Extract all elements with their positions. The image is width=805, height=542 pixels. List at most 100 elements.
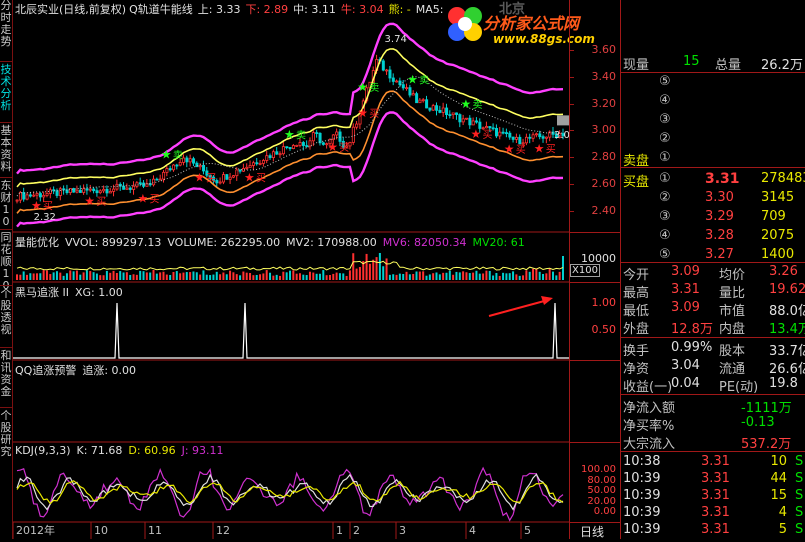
- sell-level-row: ⑤: [621, 74, 805, 92]
- indicator-value: 熊: -: [388, 3, 411, 16]
- buy-level-number: ④: [659, 228, 671, 243]
- volume-bar: [65, 273, 68, 280]
- xg-signal-line: [13, 302, 569, 359]
- volume-bar: [125, 272, 128, 280]
- candle-body: [45, 193, 49, 196]
- candle-body: [102, 188, 106, 192]
- candle-body: [531, 134, 535, 139]
- candle-body: [431, 105, 435, 111]
- volume-bar: [255, 274, 258, 280]
- volume-bar: [302, 274, 305, 280]
- volume-bar: [485, 270, 488, 280]
- volume-value: MV6: 82050.34: [382, 236, 467, 249]
- volume-bar: [488, 270, 491, 280]
- price-axis-label: 2.40: [591, 204, 617, 217]
- buy-level-row: ④ 3.28 2075: [621, 227, 805, 245]
- buy-signal-label: 买: [150, 193, 160, 205]
- buy-star-icon: ★: [31, 199, 42, 213]
- side-tab-1[interactable]: 技术分析: [0, 64, 12, 122]
- volume-bar: [135, 274, 138, 280]
- candle-body: [245, 166, 249, 169]
- price-axis-tick: [570, 211, 574, 212]
- volume-bar: [152, 270, 155, 280]
- side-tab-5[interactable]: 个股透视: [0, 288, 12, 346]
- date-label: 10: [94, 524, 108, 537]
- volume-bar: [325, 275, 328, 280]
- volume-bar: [442, 272, 445, 280]
- buy-level-number: ②: [659, 190, 671, 205]
- volume-bar: [159, 272, 162, 280]
- indicator-value: 中: 3.11: [293, 3, 336, 16]
- tick-row: 10:38 3.31 10 S: [621, 453, 805, 471]
- tick-qty: 15: [770, 488, 787, 503]
- volume-bar: [209, 275, 212, 280]
- volume-bar: [269, 272, 272, 280]
- candle-body: [268, 155, 272, 158]
- stat-value: 3.31: [671, 282, 700, 297]
- price-axis: 3.60 3.40 3.20 3.00 2.80 2.60 2.40 10000 X100 1.0…: [569, 0, 620, 539]
- stat-value-2: 13.4万: [769, 322, 805, 337]
- tick-flag: S: [795, 454, 804, 469]
- volume-bar: [518, 275, 521, 280]
- volume-bar: [232, 272, 235, 280]
- qq-title-bar: QQ追涨预警 追涨: 0.00: [15, 362, 136, 378]
- stat-value: 3.04: [671, 358, 700, 373]
- candle-body: [458, 114, 462, 123]
- volume-bar: [249, 273, 252, 280]
- volume-bar: [512, 271, 515, 280]
- volume-bar: [412, 273, 415, 280]
- candle-body: [411, 93, 415, 96]
- volume-bar: [462, 271, 465, 280]
- buy-level-price: 3.31: [705, 171, 740, 187]
- kdj-title-bar: KDJ(9,3,3) K: 71.68 D: 60.96 J: 93.11: [15, 444, 224, 457]
- candle-body: [435, 105, 439, 111]
- volume-bar: [49, 274, 52, 280]
- indicator-value: 牛: 3.04: [340, 3, 384, 16]
- kdj-axis-label: 50.00: [587, 485, 616, 496]
- volume-bar: [472, 272, 475, 280]
- chart-canvas[interactable]: ★ 买 ★ 买 ★ 买★ 买 ★ 买★ 买★ 买★ 买★ 买 ★ 买★ 卖★ 卖★ 卖★ 卖★ 卖3.742.323.…: [12, 0, 570, 539]
- candle-body: [381, 60, 385, 71]
- stat-value: 3.09: [671, 264, 700, 279]
- volume-bar: [475, 270, 478, 280]
- volume-bar: [115, 273, 118, 280]
- volume-bar: [415, 271, 418, 280]
- side-tab-0[interactable]: 分时走势: [0, 0, 12, 60]
- candle-body: [338, 131, 342, 142]
- volume-bar: [525, 270, 528, 280]
- date-label: 2012年: [16, 523, 55, 537]
- chart-area[interactable]: ★ 买 ★ 买 ★ 买 ★ 买 ★ 买 ★ 买 ★ 买 ★ 买 ★ 买 ★ 买 ★ 卖 ★ 卖 ★ 卖 ★ 卖 ★ 卖 3.74 2.32 3.…: [12, 0, 595, 539]
- buy-signal-label: 买: [546, 144, 556, 156]
- volume-bar: [438, 274, 441, 280]
- volume-bar: [365, 253, 368, 280]
- sell-signal-label: 卖: [296, 130, 306, 142]
- side-tab-7[interactable]: 个股研究: [0, 410, 12, 470]
- stat-row: 今开 3.09 均价 3.26: [621, 263, 805, 283]
- volume-value: MV2: 170988.00: [286, 236, 377, 249]
- kdj-j-line: [16, 466, 564, 522]
- candle-body: [315, 132, 319, 135]
- date-label: 5: [524, 524, 531, 537]
- volume-bar: [458, 272, 461, 280]
- volume-bar: [162, 271, 165, 280]
- buy-level-price: 3.27: [705, 247, 734, 262]
- candle-body: [281, 146, 285, 155]
- buy-signal-label: 买: [369, 108, 379, 120]
- qq-indicator-name: QQ追涨预警: [15, 364, 77, 377]
- volume-bar: [342, 273, 345, 280]
- side-tab-4[interactable]: 同花顺10: [0, 232, 12, 292]
- volume-bar: [172, 272, 175, 280]
- side-tab-2[interactable]: 基本资料: [0, 125, 12, 177]
- low-price-mark: 2.32: [34, 212, 56, 223]
- buy-level-row: ③ 3.29 709: [621, 208, 805, 226]
- candle-body: [88, 188, 92, 191]
- side-tab-6[interactable]: 和讯资金: [0, 350, 12, 406]
- volume-bar: [395, 274, 398, 280]
- volume-bar: [282, 271, 285, 280]
- buy-star-icon: ★: [327, 140, 338, 154]
- volume-bar: [315, 273, 318, 280]
- volume-bar: [498, 275, 501, 280]
- volume-bar: [179, 273, 182, 280]
- side-tab-3[interactable]: 东财10: [0, 180, 12, 228]
- candle-body: [251, 162, 255, 166]
